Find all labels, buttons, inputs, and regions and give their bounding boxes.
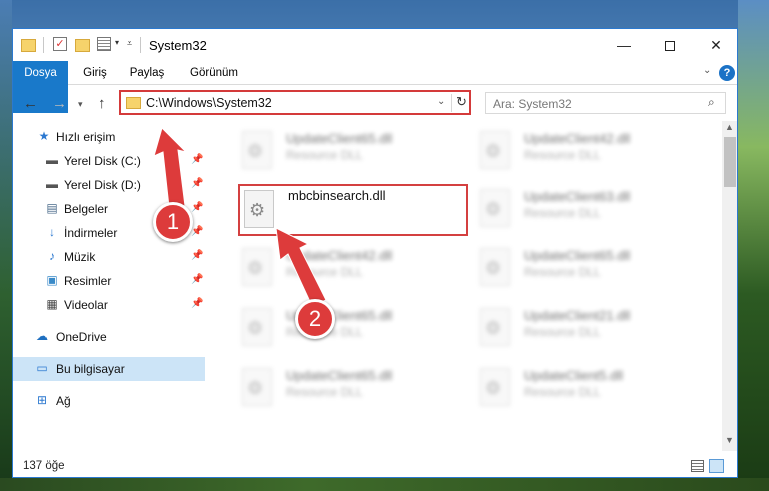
step-badge-2: 2 bbox=[295, 299, 335, 339]
step-badge-1: 1 bbox=[153, 202, 193, 242]
annotation-arrow-1 bbox=[153, 127, 327, 307]
arrow-2-shape bbox=[275, 227, 327, 307]
